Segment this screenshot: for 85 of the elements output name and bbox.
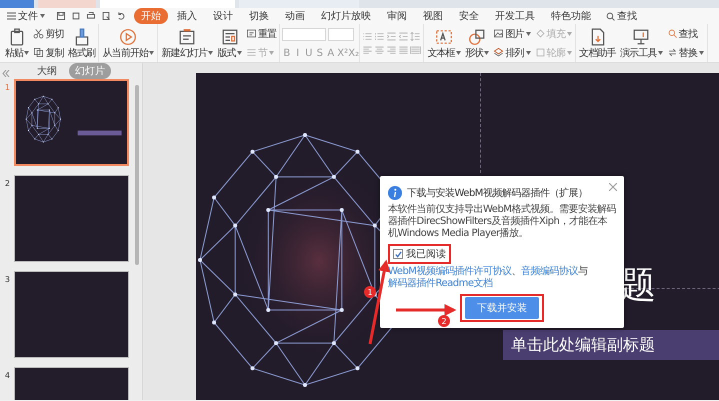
align-center-icon xyxy=(374,44,386,56)
ribbon-button[interactable]: 版式 xyxy=(216,26,243,60)
font-name-field[interactable] xyxy=(282,28,326,40)
ribbon-tab[interactable]: 开发工具 xyxy=(488,8,542,24)
toolbar-icon[interactable] xyxy=(86,11,96,21)
ribbon-button[interactable]: 图片 xyxy=(492,26,532,40)
align-right-icon xyxy=(386,44,398,56)
toolbar-icon[interactable] xyxy=(116,11,126,21)
bullet-list-icon xyxy=(362,30,374,42)
ribbon-button[interactable]: 新建幻灯片 xyxy=(160,26,214,60)
search-icon xyxy=(606,12,615,20)
info-icon xyxy=(388,186,402,200)
outline-icon xyxy=(534,47,546,58)
text-box-icon xyxy=(435,28,454,46)
ribbon-button[interactable]: 粘贴 xyxy=(4,26,30,60)
ribbon-tab[interactable]: 切换 xyxy=(242,8,276,24)
ribbon-button[interactable]: 替换 xyxy=(666,46,706,60)
indent-icon xyxy=(386,30,398,42)
search-button[interactable]: 查找 xyxy=(600,9,643,23)
ribbon-button[interactable]: 演示工具 xyxy=(618,26,664,60)
slide-number: 1 xyxy=(4,82,10,92)
outdent-icon xyxy=(398,30,410,42)
shapes-icon xyxy=(468,28,486,46)
layers-icon xyxy=(493,47,504,58)
slide-icon xyxy=(178,28,196,46)
justify-icon xyxy=(398,44,410,56)
arrow xyxy=(396,304,456,316)
checkbox-label[interactable]: 我已阅读 xyxy=(406,247,446,261)
section-icon xyxy=(246,47,257,58)
agreement-link[interactable]: 音频编码协议 xyxy=(520,266,578,278)
slide-thumbnail[interactable] xyxy=(14,79,129,166)
file-menu[interactable]: 文件 xyxy=(4,9,48,23)
slide-number: 4 xyxy=(4,370,10,380)
slide-number: 3 xyxy=(4,274,10,284)
ribbon-tab[interactable]: 设计 xyxy=(206,8,240,24)
distribute-icon xyxy=(410,44,422,56)
menu-icon xyxy=(7,12,16,20)
ribbon-button[interactable]: 排列 xyxy=(492,46,532,60)
ribbon-tab[interactable]: 插入 xyxy=(170,8,204,24)
play-circle-icon xyxy=(119,28,138,46)
align-left-icon xyxy=(362,44,374,56)
close-icon[interactable] xyxy=(609,183,617,191)
ribbon-tab[interactable]: 特色功能 xyxy=(544,8,598,24)
slide-thumbnail[interactable] xyxy=(14,175,129,262)
ribbon-button[interactable]: 文档助手 xyxy=(578,26,617,60)
ribbon-tab[interactable]: 安全 xyxy=(452,8,486,24)
ribbon-button[interactable]: 重置 xyxy=(244,26,278,40)
ribbon-tab[interactable]: 审阅 xyxy=(380,8,414,24)
ribbon-button[interactable]: 从当前开始 xyxy=(101,26,156,60)
ribbon-tab[interactable]: 动画 xyxy=(278,8,312,24)
ribbon-button[interactable]: 形状 xyxy=(464,26,490,60)
ribbon-button[interactable]: 格式刷 xyxy=(66,26,96,60)
ribbon-button[interactable]: 复制 xyxy=(32,46,65,60)
toolbar-icon[interactable] xyxy=(101,11,111,21)
ribbon-tab[interactable]: 视图 xyxy=(416,8,450,24)
search-icon xyxy=(666,28,678,39)
projector-screen-icon xyxy=(632,28,650,46)
layout-icon xyxy=(220,28,239,46)
ribbon-button[interactable]: 文本框 xyxy=(426,26,462,60)
checkbox[interactable] xyxy=(393,249,403,259)
agreement-link[interactable]: WebM视频编码插件许可协议 xyxy=(388,266,512,278)
step-number-badge: 2 xyxy=(438,315,450,327)
caret-icon xyxy=(40,14,45,18)
view-tab[interactable]: 大纲 xyxy=(31,63,63,79)
dialog-message: 本软件当前仅支持导出WebM格式视频。需要安装解码器插件DirecShowFilters及音频插件Xiph，才能在本机Windows Media Player播放。 xyxy=(388,204,616,240)
toolbar-icon[interactable] xyxy=(56,11,66,21)
copy-icon xyxy=(33,47,44,58)
image-icon xyxy=(493,28,504,39)
ribbon-button[interactable]: 剪切 xyxy=(32,26,65,40)
slide-thumbnail[interactable] xyxy=(14,271,129,358)
replace-icon xyxy=(666,47,678,58)
scissors-icon xyxy=(33,28,44,39)
ribbon-tab[interactable]: 幻灯片放映 xyxy=(314,8,378,24)
font-size-field[interactable] xyxy=(328,28,354,40)
line-spacing-icon xyxy=(410,30,422,42)
subtitle-placeholder[interactable]: 单击此处编辑副标题 xyxy=(503,330,719,360)
agreement-text: WebM视频编码插件许可协议、音频编码协议与 解码器插件Readme文档 xyxy=(388,266,588,290)
numbered-list-icon xyxy=(374,30,386,42)
ribbon-button[interactable]: 查找 xyxy=(666,26,706,40)
dialog-title: 下载与安装WebM视频解码器插件（扩展） xyxy=(407,186,588,200)
toolbar-icon[interactable] xyxy=(71,11,81,21)
agreement-link[interactable]: 解码器插件Readme文档 xyxy=(388,278,493,290)
scrollbar[interactable] xyxy=(135,85,139,265)
slide-title[interactable]: 题 xyxy=(620,261,656,310)
slide-number: 2 xyxy=(4,178,10,188)
